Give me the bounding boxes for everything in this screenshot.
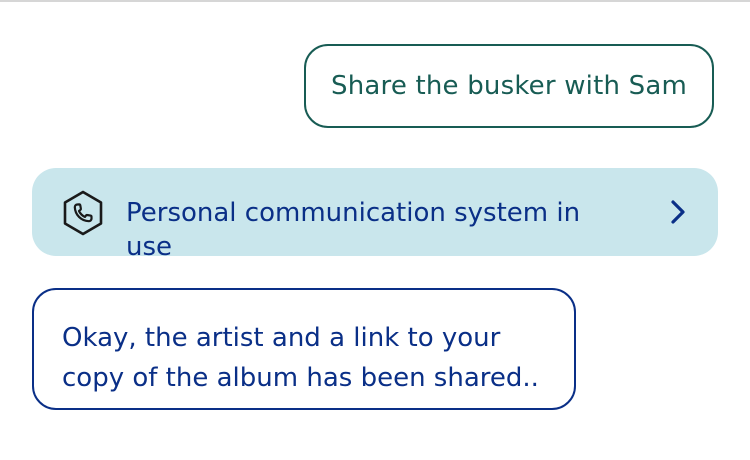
communication-system-label: Personal communication system in use [126,198,581,262]
phone-hexagon-icon [63,190,103,236]
top-divider [0,0,750,2]
communication-system-status[interactable]: Personal communication system in use [32,168,718,262]
chevron-right-icon[interactable] [666,198,690,226]
assistant-message-text: Okay, the artist and a link to your copy… [62,323,539,393]
user-message-bubble: Share the busker with Sam [304,44,714,128]
user-message-text: Share the busker with Sam [330,71,688,101]
assistant-message-bubble: Okay, the artist and a link to your copy… [32,288,576,410]
